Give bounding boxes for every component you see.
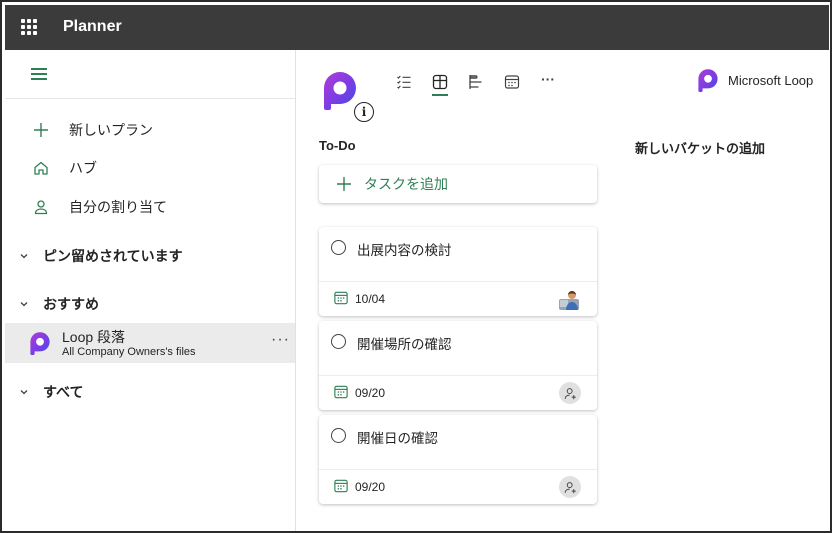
section-all[interactable]: すべて xyxy=(17,381,83,403)
section-pinned-label: ピン留めされています xyxy=(43,248,183,264)
task-complete-checkbox[interactable] xyxy=(331,240,346,255)
card-divider xyxy=(319,469,597,470)
top-bar: Planner xyxy=(5,5,829,50)
add-person-icon xyxy=(564,481,576,493)
plan-name: Loop 段落 xyxy=(62,329,126,345)
microsoft-loop-link[interactable]: Microsoft Loop xyxy=(696,68,813,92)
task-complete-checkbox[interactable] xyxy=(331,334,346,349)
task-card[interactable]: 出展内容の検討 10/04 xyxy=(319,227,597,316)
task-complete-checkbox[interactable] xyxy=(331,428,346,443)
new-bucket-button[interactable]: 新しいバケットの追加 xyxy=(635,138,765,157)
loop-logo-icon xyxy=(30,332,50,355)
add-task-label: タスクを追加 xyxy=(364,176,448,192)
nav-new-plan[interactable]: 新しいプラン xyxy=(31,117,153,143)
home-icon xyxy=(31,158,51,178)
nav-hub[interactable]: ハブ xyxy=(31,155,97,181)
plan-more-button[interactable]: ··· xyxy=(271,331,290,349)
tab-timeline-view[interactable] xyxy=(458,68,494,96)
plan-subtitle: All Company Owners's files xyxy=(62,346,196,358)
calendar-icon xyxy=(334,479,348,493)
sidebar: 新しいプラン ハブ 自分の割り当て ピン留めされています おすすめ Loop 段… xyxy=(5,50,296,531)
calendar-icon xyxy=(334,385,348,399)
hamburger-menu-icon[interactable] xyxy=(31,68,47,80)
app-launcher-icon[interactable] xyxy=(21,19,37,35)
calendar-icon xyxy=(334,291,348,305)
tab-schedule-view[interactable] xyxy=(494,68,530,96)
board-view-icon xyxy=(432,74,448,90)
nav-my-assignments[interactable]: 自分の割り当て xyxy=(31,194,167,220)
chevron-down-icon xyxy=(17,249,31,263)
person-icon xyxy=(31,197,51,217)
more-views-button[interactable]: ··· xyxy=(530,68,566,96)
tab-list-view[interactable] xyxy=(386,68,422,96)
task-title: 開催場所の確認 xyxy=(357,337,452,352)
chevron-down-icon xyxy=(17,297,31,311)
section-all-label: すべて xyxy=(43,384,84,400)
task-card[interactable]: 開催場所の確認 09/20 xyxy=(319,321,597,410)
microsoft-loop-label: Microsoft Loop xyxy=(728,72,814,88)
app-title: Planner xyxy=(63,18,122,35)
task-card[interactable]: 開催日の確認 09/20 xyxy=(319,415,597,504)
assign-button[interactable] xyxy=(559,476,581,498)
task-due-date: 10/04 xyxy=(355,292,386,306)
section-recommended[interactable]: おすすめ xyxy=(17,293,99,315)
task-due-date: 09/20 xyxy=(355,480,386,494)
plus-icon xyxy=(31,120,51,140)
plus-icon xyxy=(334,174,354,194)
assignee-avatar[interactable] xyxy=(557,287,581,311)
task-title: 出展内容の検討 xyxy=(357,243,452,258)
plan-item-loop[interactable]: Loop 段落 All Company Owners's files ··· xyxy=(5,323,295,363)
card-divider xyxy=(319,375,597,376)
app-frame: Planner 新しいプラン ハブ 自分の割り当て ピン留めされています おすす… xyxy=(0,0,832,533)
main-content: i ··· Microsoft Loop To-Do 新しいバケットの追加 タス… xyxy=(296,50,829,531)
task-due-date: 09/20 xyxy=(355,386,386,400)
info-icon[interactable]: i xyxy=(354,102,374,122)
bucket-title[interactable]: To-Do xyxy=(319,138,356,153)
tab-board-view[interactable] xyxy=(422,68,458,96)
loop-plan-logo-icon xyxy=(324,72,356,110)
nav-hub-label: ハブ xyxy=(69,160,97,176)
task-title: 開催日の確認 xyxy=(357,431,438,446)
loop-logo-icon xyxy=(698,69,718,92)
section-recommended-label: おすすめ xyxy=(43,296,99,312)
card-divider xyxy=(319,281,597,282)
schedule-view-icon xyxy=(504,75,520,89)
nav-new-plan-label: 新しいプラン xyxy=(69,122,153,138)
add-person-icon xyxy=(564,387,576,399)
nav-my-assignments-label: 自分の割り当て xyxy=(69,199,167,215)
section-pinned[interactable]: ピン留めされています xyxy=(17,245,183,267)
view-tabs: ··· xyxy=(386,68,566,96)
list-view-icon xyxy=(397,75,411,89)
add-task-button[interactable]: タスクを追加 xyxy=(319,165,597,203)
timeline-view-icon xyxy=(469,74,482,90)
sidebar-divider xyxy=(5,98,295,99)
assign-button[interactable] xyxy=(559,382,581,404)
chevron-down-icon xyxy=(17,385,31,399)
